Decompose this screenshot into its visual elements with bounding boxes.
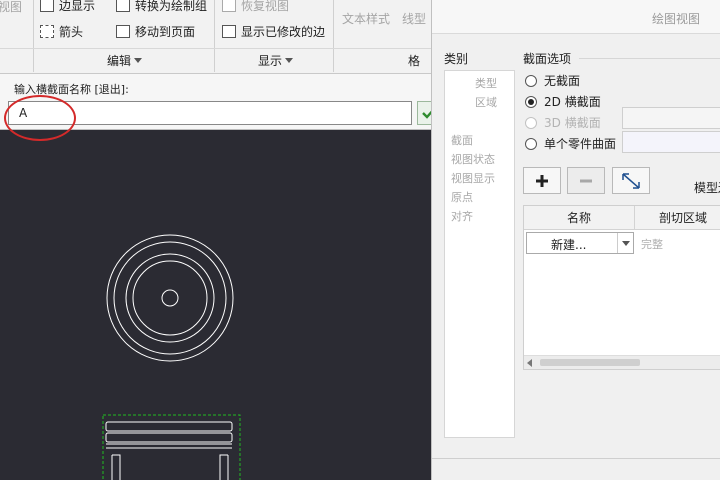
display-group-menu[interactable]: 显示: [258, 52, 294, 69]
radio-selected-icon: [525, 95, 537, 108]
radio-label: 无截面: [544, 74, 581, 88]
chevron-down-icon[interactable]: [617, 233, 633, 253]
radio-label: 3D 横截面: [544, 116, 601, 130]
flip-icon: [622, 172, 640, 189]
radio-label: 2D 横截面: [544, 95, 601, 109]
dialog-titlebar[interactable]: 绘图视图: [432, 0, 720, 34]
section-name-combo[interactable]: 新建...: [526, 232, 634, 254]
view-button-label: 视图: [0, 0, 23, 14]
ribbon-group-divider: [0, 48, 431, 49]
ribbon-divider: [214, 0, 215, 72]
convert-group-icon: [116, 0, 130, 12]
3d-section-field: [622, 107, 720, 129]
radio-icon: [525, 116, 537, 129]
surface-collector-field[interactable]: [622, 131, 720, 153]
drawing-canvas[interactable]: [0, 131, 431, 480]
category-item-view-display[interactable]: 视图显示: [451, 170, 495, 186]
chevron-down-icon: [134, 58, 143, 63]
ribbon-view-button[interactable]: 视图: [0, 0, 22, 15]
dialog-title: 绘图视图: [652, 12, 701, 26]
category-item-view-state[interactable]: 视图状态: [451, 151, 495, 167]
add-icon: [536, 174, 548, 187]
flip-direction-button[interactable]: [612, 167, 650, 194]
arrow-label: 箭头: [59, 25, 84, 39]
move-to-page-button[interactable]: 移动到页面: [116, 23, 195, 40]
show-modified-edges-icon: [222, 25, 236, 38]
category-item-alignment[interactable]: 对齐: [451, 208, 473, 224]
format-group-label: 格: [408, 54, 421, 68]
edit-group-label: 编辑: [107, 54, 132, 68]
radio-icon: [525, 74, 537, 87]
horizontal-scrollbar[interactable]: [524, 355, 720, 369]
category-item-area[interactable]: 区域: [475, 94, 497, 110]
inner-circle: [132, 260, 208, 336]
remove-section-button[interactable]: [567, 167, 605, 194]
section-options-divider: [579, 58, 720, 59]
ribbon-toolbar: 视图 边显示 转换为绘制组 恢复视图 文本样式 线型 箭头 移动到页面 显示已修…: [0, 0, 431, 74]
edge-display-icon: [40, 0, 54, 12]
edge-display-button[interactable]: 边显示: [40, 0, 95, 14]
convert-to-group-button[interactable]: 转换为绘制组: [116, 0, 207, 14]
model-edge-label: 模型边: [694, 181, 720, 195]
radio-label: 单个零件曲面: [544, 137, 617, 151]
top-view-circles: [106, 234, 234, 362]
show-modified-edges-label: 显示已修改的边: [241, 25, 326, 39]
edge-display-label: 边显示: [59, 0, 96, 13]
section-name-input[interactable]: [8, 101, 412, 125]
category-item-section[interactable]: 截面: [451, 132, 473, 148]
drawing-area: [102, 234, 241, 480]
category-label: 类别: [444, 52, 469, 66]
ribbon-divider: [333, 0, 334, 72]
restore-view-label: 恢复视图: [241, 0, 290, 13]
drawing-view-dialog: 绘图视图 类别 类型 区域 截面 视图状态 视图显示 原点 对齐 截面选项 无截…: [431, 0, 720, 480]
radio-no-section[interactable]: 无截面: [525, 72, 580, 89]
line-style-label: 线型: [402, 12, 427, 26]
section-table: 名称 剖切区域 新建... 完整: [523, 205, 720, 370]
convert-to-group-label: 转换为绘制组: [135, 0, 208, 13]
table-header-name[interactable]: 名称: [524, 206, 635, 230]
restore-view-button[interactable]: 恢复视图: [222, 0, 289, 14]
arrow-button[interactable]: 箭头: [40, 23, 83, 40]
radio-2d-section[interactable]: 2D 横截面: [525, 93, 601, 110]
radio-3d-section: 3D 横截面: [525, 114, 601, 131]
cut-area-value: 完整: [641, 238, 663, 251]
table-header-cut-area[interactable]: 剖切区域: [635, 206, 720, 230]
line-style-button[interactable]: 线型: [402, 10, 426, 27]
restore-view-icon: [222, 0, 236, 12]
dialog-divider: [432, 458, 720, 459]
move-to-page-label: 移动到页面: [135, 25, 196, 39]
chevron-down-icon: [285, 58, 294, 63]
section-options-label: 截面选项: [523, 52, 572, 66]
ribbon-divider: [33, 0, 34, 72]
category-item-type[interactable]: 类型: [475, 75, 497, 91]
category-item-origin[interactable]: 原点: [451, 189, 473, 205]
scroll-thumb[interactable]: [540, 359, 640, 366]
move-to-page-icon: [116, 25, 130, 38]
text-style-label: 文本样式: [342, 12, 391, 26]
text-style-button[interactable]: 文本样式: [342, 10, 390, 27]
radio-icon: [525, 137, 537, 150]
scroll-left-arrow-icon[interactable]: [527, 359, 532, 367]
outer-ring-circle: [113, 241, 227, 355]
front-view-part: [105, 421, 233, 480]
combo-value: 新建...: [551, 238, 587, 252]
edit-group-menu[interactable]: 编辑: [107, 52, 143, 69]
inner-ring-circle: [125, 253, 215, 343]
remove-icon: [580, 179, 592, 182]
display-group-label: 显示: [258, 54, 283, 68]
center-hole: [161, 289, 179, 307]
arrow-icon: [40, 25, 54, 38]
prompt-label: 输入横截面名称 [退出]:: [14, 83, 129, 96]
show-modified-edges-button[interactable]: 显示已修改的边: [222, 23, 325, 40]
format-group-menu[interactable]: 格: [408, 52, 420, 69]
message-prompt-bar: 输入横截面名称 [退出]: x: [0, 74, 476, 130]
category-list: 类型 区域 截面 视图状态 视图显示 原点 对齐: [444, 70, 515, 438]
add-section-button[interactable]: [523, 167, 561, 194]
radio-single-part-surface[interactable]: 单个零件曲面: [525, 135, 616, 152]
